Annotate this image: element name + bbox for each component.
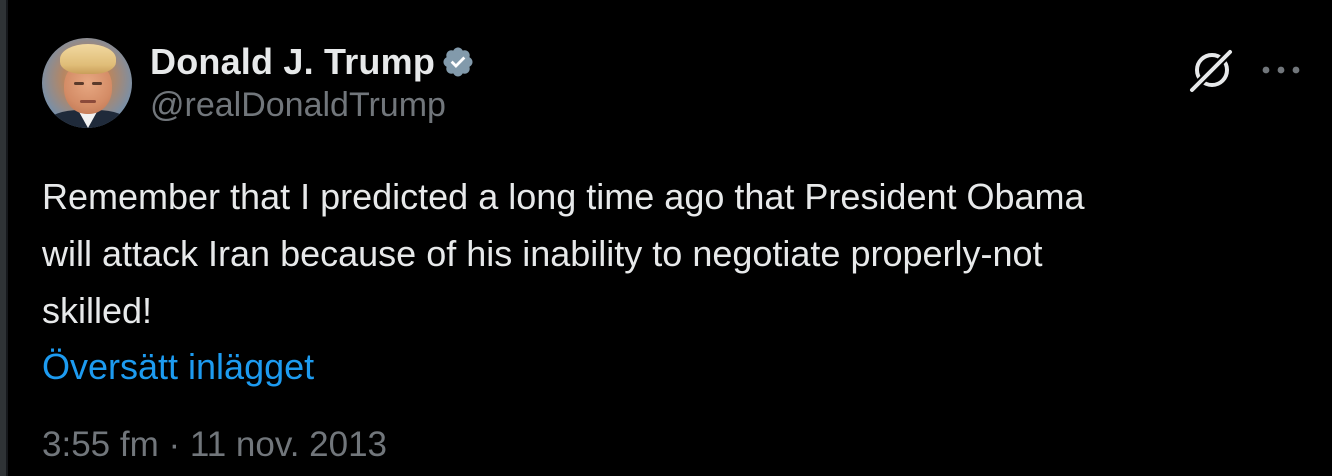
tweet-text: Remember that I predicted a long time ag… (42, 176, 1085, 331)
author-info: Donald J. Trump @realDonaldTrump (150, 40, 475, 125)
avatar-hair (60, 44, 116, 74)
display-name[interactable]: Donald J. Trump (150, 41, 435, 83)
avatar[interactable] (42, 38, 132, 128)
author-handle[interactable]: @realDonaldTrump (150, 86, 475, 125)
grok-icon[interactable] (1184, 42, 1240, 98)
ellipsis-icon (1262, 66, 1300, 74)
more-options-icon[interactable] (1260, 49, 1302, 91)
avatar-mouth (80, 100, 96, 103)
header-actions (1184, 42, 1302, 98)
tweet-card: Donald J. Trump @realDonaldTrump Remembe… (42, 38, 1302, 467)
avatar-eye-right (92, 82, 102, 85)
name-row: Donald J. Trump (150, 40, 475, 84)
tweet-header: Donald J. Trump @realDonaldTrump (42, 38, 1302, 130)
verified-badge-icon (443, 47, 473, 77)
tweet-timestamp[interactable]: 3:55 fm · 11 nov. 2013 (42, 423, 1302, 467)
avatar-eye-left (74, 82, 84, 85)
window-edge-inner (6, 0, 8, 476)
translate-link[interactable]: Översätt inlägget (42, 339, 1302, 395)
